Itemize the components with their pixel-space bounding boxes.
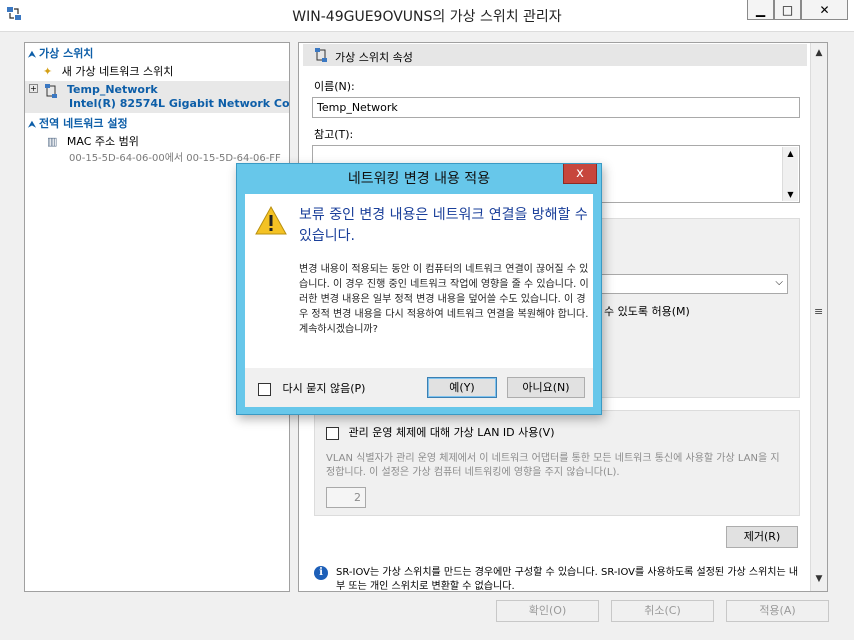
dont-ask-row[interactable]: 다시 묻지 않음(P) bbox=[258, 380, 365, 396]
dialog-footer: 다시 묻지 않음(P) 예(Y) 아니요(N) bbox=[245, 368, 593, 407]
window-close-button[interactable]: ✕ bbox=[801, 0, 848, 20]
section-label: 전역 네트워크 설정 bbox=[39, 117, 128, 129]
maximize-icon: □ bbox=[781, 2, 794, 17]
scroll-down-icon[interactable]: ▼ bbox=[783, 190, 798, 199]
ok-button[interactable]: 확인(O) bbox=[496, 600, 599, 622]
scroll-up-icon[interactable]: ▲ bbox=[811, 45, 827, 61]
new-switch-label: 새 가상 네트워크 스위치 bbox=[61, 65, 174, 78]
collapse-icon: ⮝ bbox=[28, 120, 36, 129]
mac-range-label: MAC 주소 범위 bbox=[66, 135, 139, 147]
mac-address-icon: ▥ bbox=[47, 135, 58, 147]
section-label: 가상 스위치 bbox=[39, 47, 94, 59]
adapter-select[interactable]: ⌵ bbox=[590, 274, 788, 294]
switch-adapter: Intel(R) 82574L Gigabit Network Con... bbox=[69, 97, 289, 110]
name-input[interactable]: Temp_Network bbox=[312, 97, 800, 118]
allow-mgmt-label: 수 있도록 허용(M) bbox=[604, 305, 690, 318]
vlan-checkbox-label: 관리 운영 체제에 대해 가상 LAN ID 사용(V) bbox=[348, 426, 555, 439]
network-switch-icon bbox=[315, 48, 327, 62]
dialog-title: 네트워킹 변경 내용 적용 bbox=[347, 171, 491, 187]
apply-networking-changes-dialog: 네트워킹 변경 내용 적용 x 보류 중인 변경 내용은 네트워크 연결을 방해… bbox=[236, 163, 602, 415]
mac-range-item[interactable]: ▥ MAC 주소 범위 bbox=[47, 133, 311, 147]
name-label: 이름(N): bbox=[314, 80, 355, 93]
switch-item-temp-network[interactable]: + Temp_Network Intel(R) 82574L Gigabit N… bbox=[25, 81, 289, 113]
dialog-content: 변경 내용이 적용되는 동안 이 컴퓨터의 네트워크 연결이 끊어질 수 있습니… bbox=[299, 264, 589, 335]
chevron-down-icon: ⌵ bbox=[775, 277, 783, 288]
sriov-info-text: SR-IOV는 가상 스위치를 만드는 경우에만 구성할 수 있습니다. SR-… bbox=[336, 567, 799, 592]
dialog-close-button[interactable]: x bbox=[563, 164, 597, 184]
dont-ask-label: 다시 묻지 않음(P) bbox=[282, 382, 366, 395]
network-switch-icon bbox=[45, 84, 57, 98]
scroll-up-icon[interactable]: ▲ bbox=[783, 149, 798, 158]
vlan-checkbox-row[interactable]: 관리 운영 체제에 대해 가상 LAN ID 사용(V) bbox=[326, 424, 555, 440]
scroll-down-icon[interactable]: ▼ bbox=[811, 571, 827, 587]
switch-name: Temp_Network bbox=[67, 83, 158, 96]
maximize-button[interactable]: □ bbox=[774, 0, 801, 20]
title-bar: WIN-49GUE9OVUNS의 가상 스위치 관리자 ▁ □ ✕ bbox=[0, 0, 854, 32]
notes-scrollbar[interactable]: ▲ ▼ bbox=[782, 147, 798, 201]
mac-range-value: 00-15-5D-64-06-00에서 00-15-5D-64-06-FF bbox=[69, 153, 281, 164]
vlan-checkbox[interactable] bbox=[326, 426, 339, 440]
cancel-button[interactable]: 취소(C) bbox=[611, 600, 714, 622]
close-icon: ✕ bbox=[819, 2, 830, 17]
new-switch-icon: ✦ bbox=[43, 65, 53, 78]
expand-icon[interactable]: + bbox=[29, 84, 38, 93]
minimize-icon: ▁ bbox=[755, 2, 766, 17]
new-switch-item[interactable]: ✦ 새 가상 네트워크 스위치 bbox=[43, 63, 307, 79]
dialog-main-instruction: 보류 중인 변경 내용은 네트워크 연결을 방해할 수 있습니다. bbox=[299, 207, 588, 244]
scroll-grip-icon[interactable]: ≡ bbox=[814, 305, 823, 318]
vlan-description: VLAN 식별자가 관리 운영 체제에서 이 네트워크 어댑터를 통한 모든 네… bbox=[326, 453, 780, 478]
yes-button[interactable]: 예(Y) bbox=[427, 377, 497, 398]
info-icon: i bbox=[314, 566, 328, 580]
properties-title: 가상 스위치 속성 bbox=[335, 51, 413, 64]
close-icon: x bbox=[576, 166, 584, 181]
notes-label: 참고(T): bbox=[314, 128, 354, 141]
warning-icon bbox=[255, 206, 287, 235]
dont-ask-checkbox[interactable] bbox=[258, 382, 271, 396]
properties-scrollbar[interactable]: ▲ ≡ ▼ bbox=[810, 43, 827, 591]
collapse-icon: ⮝ bbox=[28, 50, 36, 59]
dialog-body: 보류 중인 변경 내용은 네트워크 연결을 방해할 수 있습니다. 변경 내용이… bbox=[245, 194, 593, 368]
minimize-button[interactable]: ▁ bbox=[747, 0, 774, 20]
section-global-network[interactable]: ⮝ 전역 네트워크 설정 bbox=[25, 115, 289, 129]
section-virtual-switches[interactable]: ⮝ 가상 스위치 bbox=[25, 45, 289, 59]
properties-header: 가상 스위치 속성 bbox=[303, 44, 807, 66]
vlan-id-input[interactable]: 2 bbox=[326, 487, 366, 508]
apply-button[interactable]: 적용(A) bbox=[726, 600, 829, 622]
no-button[interactable]: 아니요(N) bbox=[507, 377, 585, 398]
window-title: WIN-49GUE9OVUNS의 가상 스위치 관리자 bbox=[292, 9, 562, 25]
remove-button[interactable]: 제거(R) bbox=[726, 526, 798, 548]
